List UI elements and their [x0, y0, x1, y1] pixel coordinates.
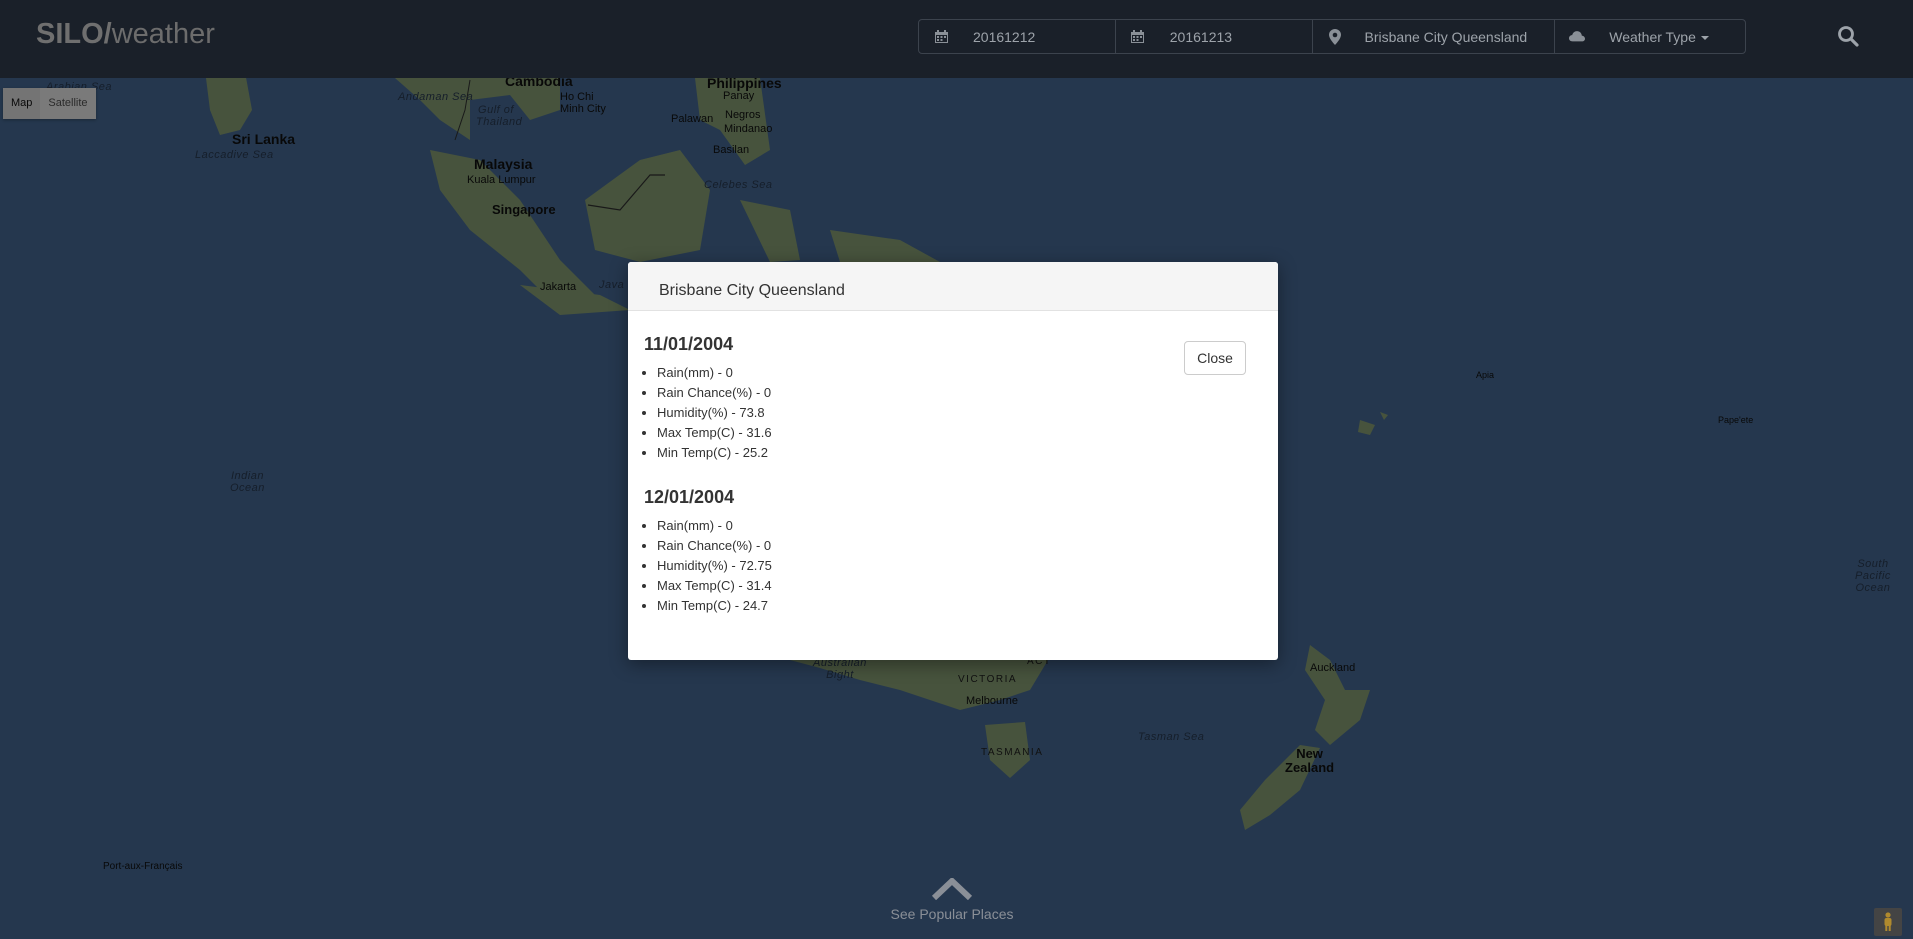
- calendar-icon: [1130, 29, 1146, 45]
- search-bar: 20161212 20161213 Brisbane City Queensla…: [918, 19, 1746, 54]
- humidity: Humidity(%) - 73.8: [657, 403, 1244, 423]
- brand-bold: SILO/: [36, 18, 112, 50]
- rain-chance: Rain Chance(%) - 0: [657, 383, 1244, 403]
- day-section: 12/01/2004 Rain(mm) - 0 Rain Chance(%) -…: [644, 487, 1244, 616]
- navbar: SILO/weather 20161212 20161213 Brisbane …: [0, 0, 1913, 78]
- location-value: Brisbane City Queensland: [1364, 28, 1528, 45]
- day-measurements: Rain(mm) - 0 Rain Chance(%) - 0 Humidity…: [644, 363, 1244, 463]
- max-temp: Max Temp(C) - 31.4: [657, 576, 1244, 596]
- calendar-icon: [933, 29, 949, 45]
- start-date-field[interactable]: 20161212: [919, 20, 1116, 53]
- cloud-icon: [1569, 29, 1586, 45]
- brand-logo[interactable]: SILO/weather: [36, 18, 215, 51]
- see-popular-places-button[interactable]: See Popular Places: [870, 878, 1034, 922]
- location-field[interactable]: Brisbane City Queensland: [1313, 20, 1556, 53]
- day-date: 12/01/2004: [644, 487, 735, 507]
- max-temp: Max Temp(C) - 31.6: [657, 423, 1244, 443]
- rain-chance: Rain Chance(%) - 0: [657, 536, 1244, 556]
- humidity: Humidity(%) - 72.75: [657, 556, 1244, 576]
- popular-places-label: See Popular Places: [890, 906, 1014, 922]
- rain-mm: Rain(mm) - 0: [657, 516, 1244, 536]
- brand-light: weather: [111, 18, 215, 50]
- day-measurements: Rain(mm) - 0 Rain Chance(%) - 0 Humidity…: [644, 516, 1244, 616]
- modal-body: 11/01/2004 Rain(mm) - 0 Rain Chance(%) -…: [644, 334, 1244, 640]
- min-temp: Min Temp(C) - 24.7: [657, 596, 1244, 616]
- weather-type-dropdown[interactable]: Weather Type: [1555, 20, 1745, 53]
- min-temp: Min Temp(C) - 25.2: [657, 443, 1244, 463]
- end-date-field[interactable]: 20161213: [1116, 20, 1313, 53]
- street-view-pegman-icon[interactable]: [1874, 908, 1902, 936]
- chevron-up-icon: [932, 878, 972, 900]
- end-date-value: 20161213: [1169, 28, 1233, 45]
- map-marker-icon: [1327, 28, 1343, 45]
- rain-mm: Rain(mm) - 0: [657, 363, 1244, 383]
- weather-type-label: Weather Type: [1609, 29, 1709, 45]
- day-date: 11/01/2004: [644, 334, 734, 354]
- modal-title: Brisbane City Queensland: [659, 282, 845, 299]
- search-icon[interactable]: [1837, 25, 1859, 47]
- day-section: 11/01/2004 Rain(mm) - 0 Rain Chance(%) -…: [644, 334, 1244, 463]
- chevron-down-icon: [1700, 35, 1709, 40]
- weather-details-modal: Brisbane City Queensland Close 11/01/200…: [628, 262, 1278, 660]
- start-date-value: 20161212: [973, 28, 1036, 45]
- weather-type-text: Weather Type: [1609, 28, 1696, 45]
